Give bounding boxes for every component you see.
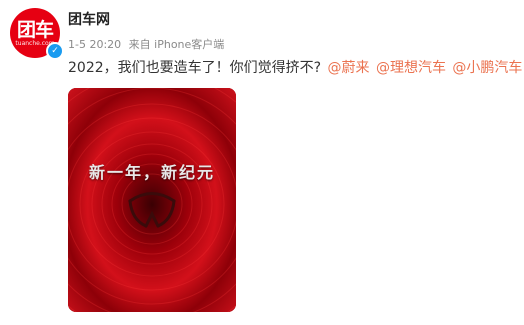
mention-link[interactable]: @理想汽车 (376, 60, 446, 76)
post-source: 来自 iPhone客户端 (128, 38, 225, 51)
image-artwork (68, 88, 236, 312)
weibo-post: 团车 tuanche.com ✓ 团车网 1-5 20:20 来自 iPhone… (0, 0, 524, 325)
post-text: 2022，我们也要造车了！你们觉得挤不? @蔚来 @理想汽车 @小鹏汽车 (68, 57, 522, 77)
post-image[interactable]: 新一年，新纪元 (68, 88, 236, 312)
image-caption: 新一年，新纪元 (88, 163, 215, 182)
post-meta: 1-5 20:20 来自 iPhone客户端 (68, 36, 228, 52)
mention-link[interactable]: @蔚来 (328, 60, 370, 76)
post-body: 2022，我们也要造车了！你们觉得挤不? (68, 60, 322, 76)
verified-badge-icon: ✓ (46, 42, 64, 60)
author-name[interactable]: 团车网 (68, 9, 110, 29)
avatar-logo-text: 团车 (16, 18, 54, 41)
mention-link[interactable]: @小鹏汽车 (452, 60, 522, 76)
post-time[interactable]: 1-5 20:20 (68, 38, 121, 51)
